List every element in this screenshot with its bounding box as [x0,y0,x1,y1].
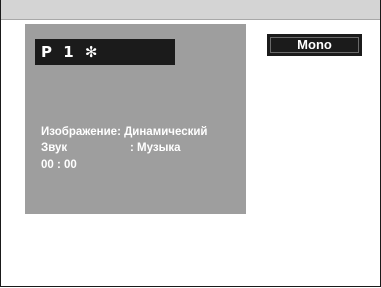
sound-mode-label: Звук [41,142,68,154]
picture-mode-label: Изображение [41,126,118,138]
tv-screen: P 1 ✻ Изображение: Динамический Звук: Му… [0,0,381,288]
clock-display: 00 : 00 [41,159,77,171]
osd-info-panel: P 1 ✻ Изображение: Динамический Звук: Му… [25,24,246,214]
audio-mode-label: Mono [297,37,332,52]
sound-mode-line: Звук: Музыка [41,141,181,155]
picture-mode-value: Динамический [124,126,208,138]
channel-indicator: P 1 ✻ [35,39,175,65]
audio-mode-badge: Mono [267,34,362,56]
sound-mode-separator: : [130,142,138,154]
sound-mode-value: Музыка [137,142,181,154]
picture-mode-line: Изображение: Динамический [41,125,208,139]
sound-mode-value-group: : Музыка [130,141,181,155]
